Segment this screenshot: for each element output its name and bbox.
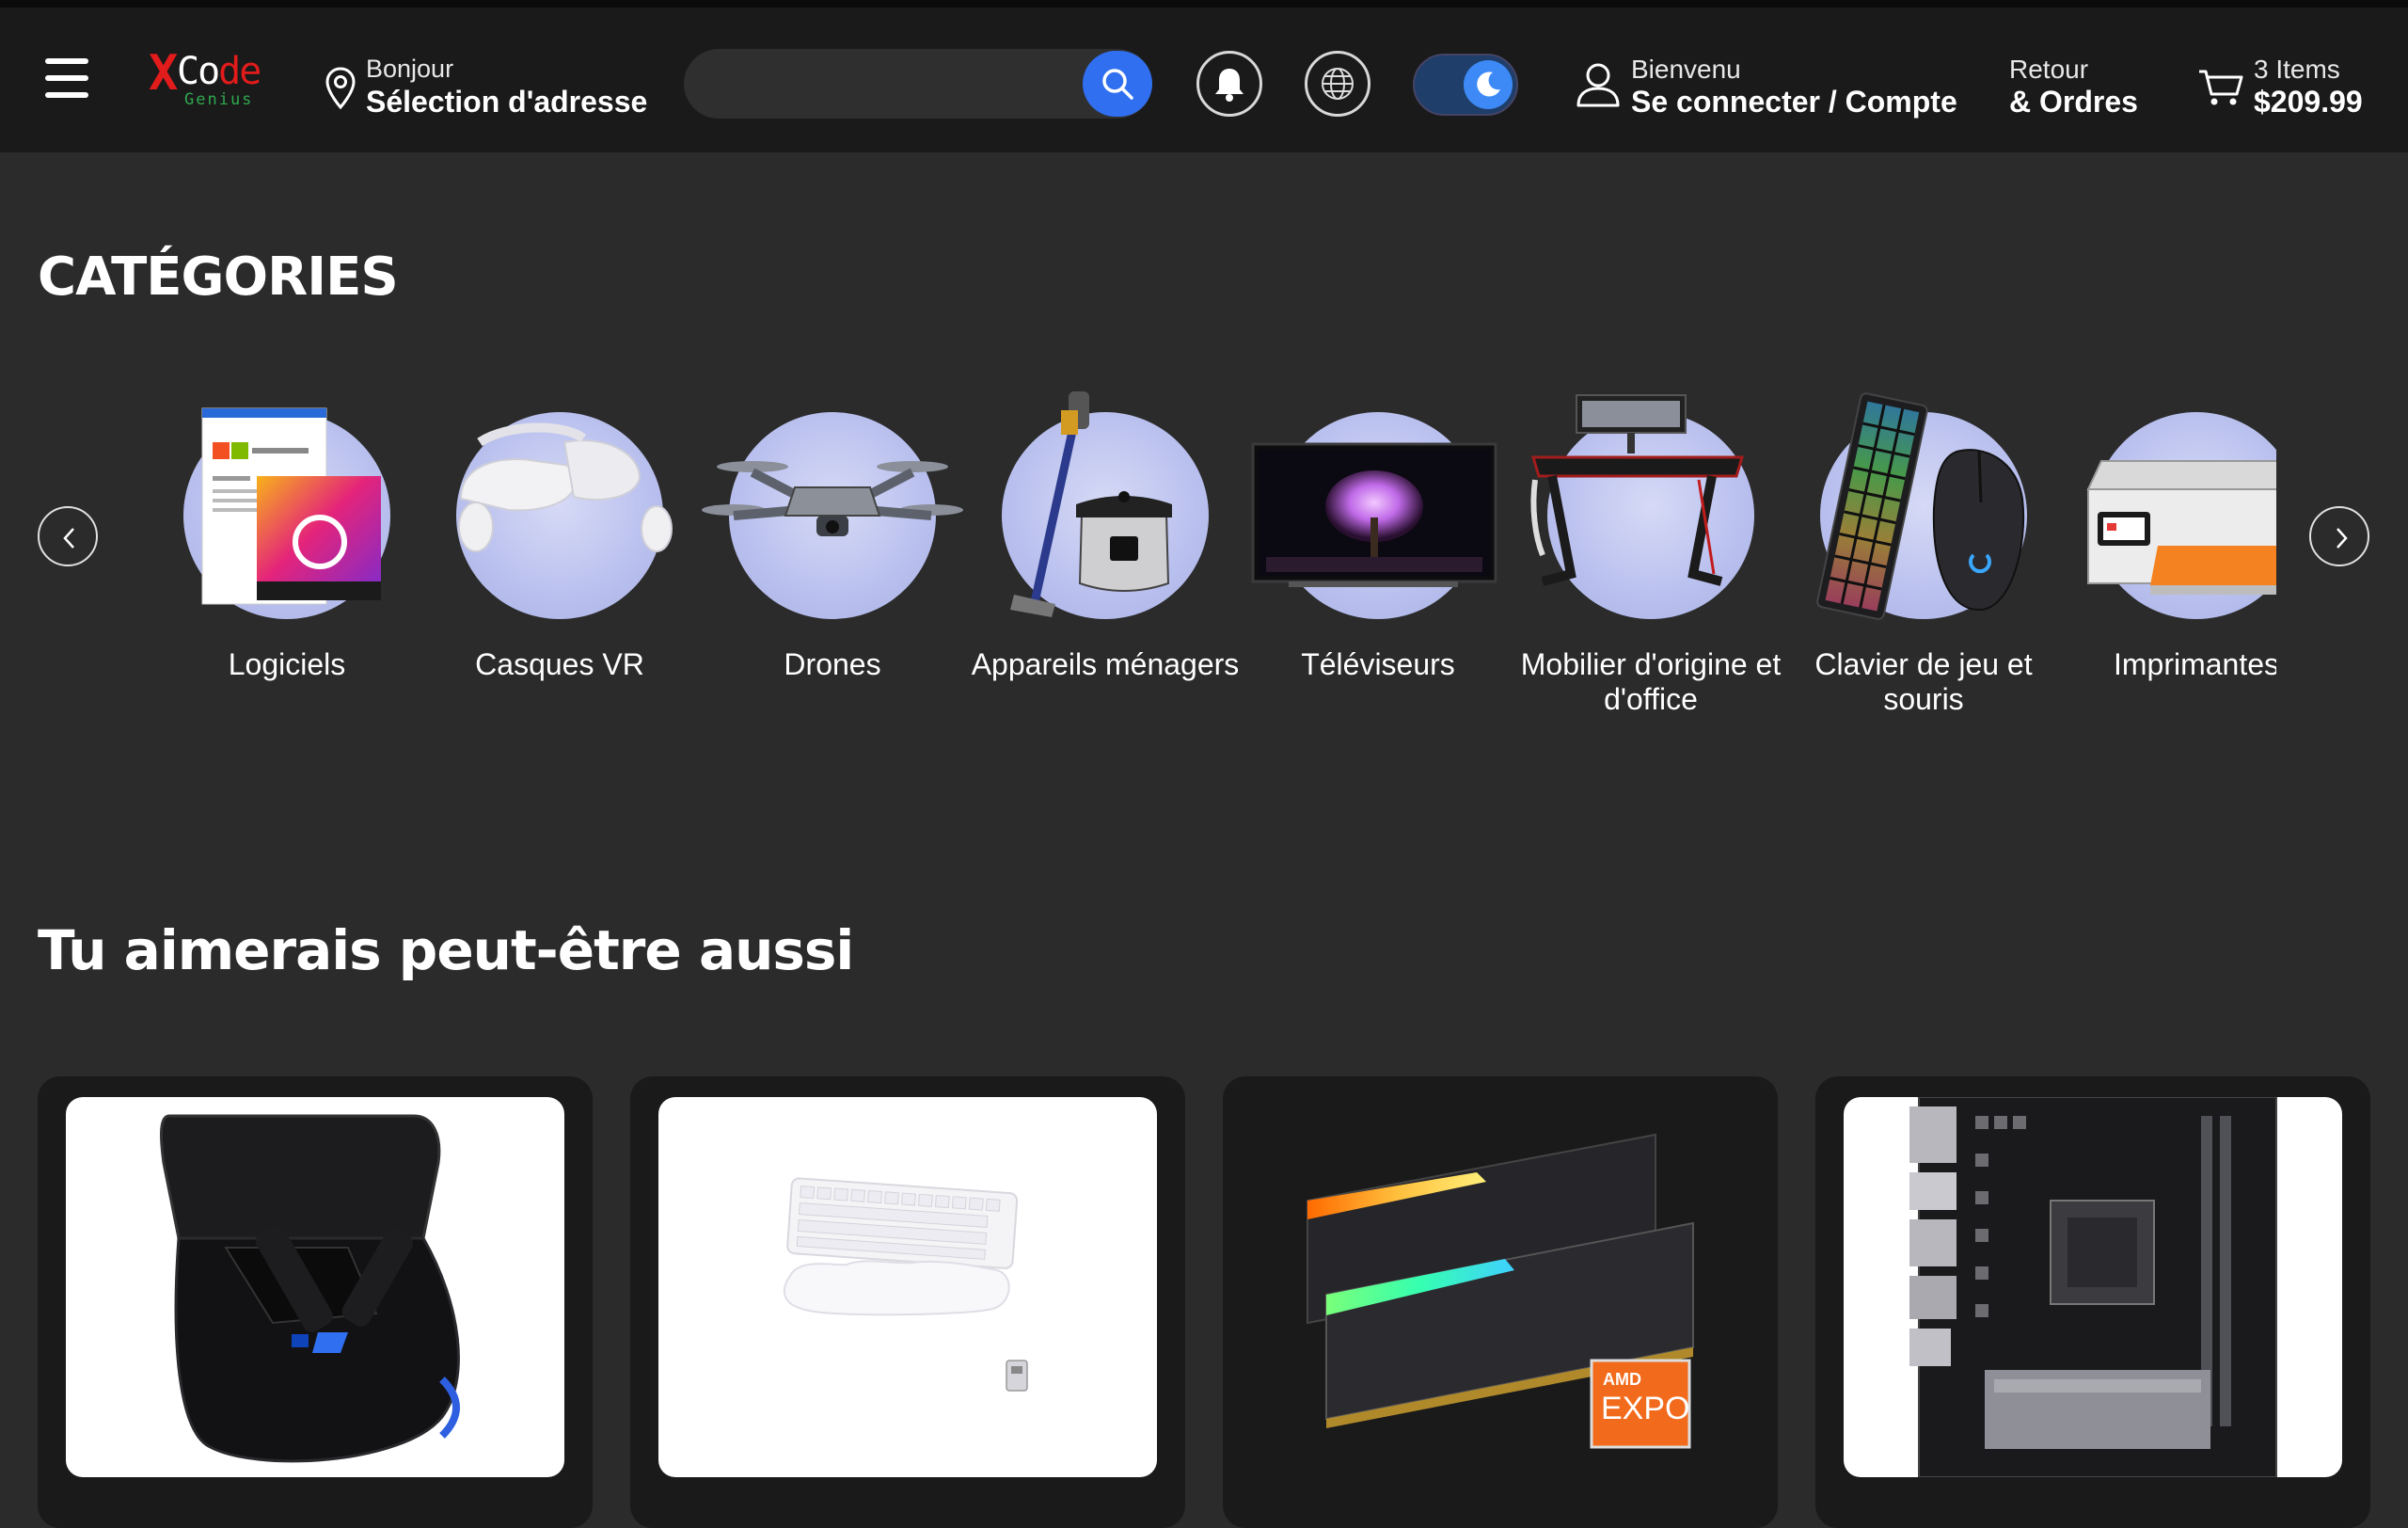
chevron-left-icon — [63, 528, 74, 549]
menu-icon[interactable] — [45, 58, 90, 100]
category-item[interactable]: Appareils ménagers — [969, 386, 1242, 734]
carousel-next-button[interactable] — [2309, 506, 2369, 566]
address-label: Sélection d'adresse — [366, 85, 648, 119]
cart-item-count: 3 Items — [2254, 55, 2340, 84]
category-item[interactable]: Casques VR — [423, 386, 696, 734]
trident-ram-image: AMD EXPO — [1307, 1133, 1694, 1449]
account-label: Se connecter / Compte — [1631, 85, 1957, 119]
categories-title: CATÉGORIES — [38, 247, 399, 308]
product-card[interactable] — [1815, 1076, 2370, 1528]
address-greeting: Bonjour — [366, 55, 454, 83]
svg-text:AMD: AMD — [1603, 1370, 1641, 1389]
search-input[interactable] — [706, 62, 1092, 105]
category-item[interactable]: Mobilier d'origine et d'office — [1514, 386, 1787, 734]
white-keyboard-image — [783, 1177, 1028, 1392]
asrock-motherboard-image — [1909, 1097, 2277, 1477]
bell-icon — [1215, 69, 1244, 102]
category-item[interactable]: Imprimantes — [2060, 386, 2276, 734]
product-card[interactable] — [38, 1076, 593, 1528]
moon-icon — [1477, 72, 1500, 97]
recommendations-title: Tu aimerais peut-être aussi — [38, 918, 854, 982]
search-bar — [684, 49, 1152, 119]
category-carousel: Logiciels Casques VR Drones Appareils mé… — [150, 386, 2276, 743]
chevron-right-icon — [2337, 528, 2348, 549]
product-card[interactable]: AMD EXPO — [1223, 1076, 1778, 1528]
location-pin-icon — [325, 67, 356, 110]
category-item[interactable]: Téléviseurs — [1242, 386, 1514, 734]
tv-image — [1251, 442, 1497, 587]
cart-total: $209.99 — [2254, 85, 2363, 119]
dark-mode-toggle[interactable] — [1413, 54, 1518, 116]
category-item[interactable]: Logiciels — [150, 386, 423, 734]
notifications-button[interactable] — [1196, 51, 1262, 117]
product-card[interactable] — [630, 1076, 1185, 1528]
svg-text:EXPO: EXPO — [1601, 1391, 1689, 1426]
search-button[interactable] — [1083, 51, 1152, 117]
rog-earbuds-image — [160, 1114, 460, 1463]
desk-image — [1530, 394, 1745, 586]
account-greeting: Bienvenu — [1631, 55, 1741, 84]
drone-image — [702, 461, 963, 536]
printer-image — [2086, 460, 2276, 595]
search-icon — [1102, 69, 1133, 100]
globe-icon — [1322, 68, 1354, 100]
software-box-image — [201, 407, 381, 605]
category-item[interactable]: Clavier de jeu et souris — [1787, 386, 2060, 734]
vr-headset-image — [458, 422, 673, 552]
site-logo[interactable]: X Code Genius — [149, 49, 271, 111]
header-bar: X Code Genius Bonjour Sélection d'adress… — [0, 8, 2408, 152]
carousel-prev-button[interactable] — [38, 506, 98, 566]
appliance-image — [1010, 391, 1172, 617]
top-border — [0, 0, 2408, 8]
cart-icon — [2199, 70, 2243, 105]
category-item[interactable]: Drones — [696, 386, 969, 734]
user-icon — [1576, 63, 1620, 107]
keyboard-mouse-image — [1816, 392, 2025, 620]
language-button[interactable] — [1305, 51, 1370, 117]
